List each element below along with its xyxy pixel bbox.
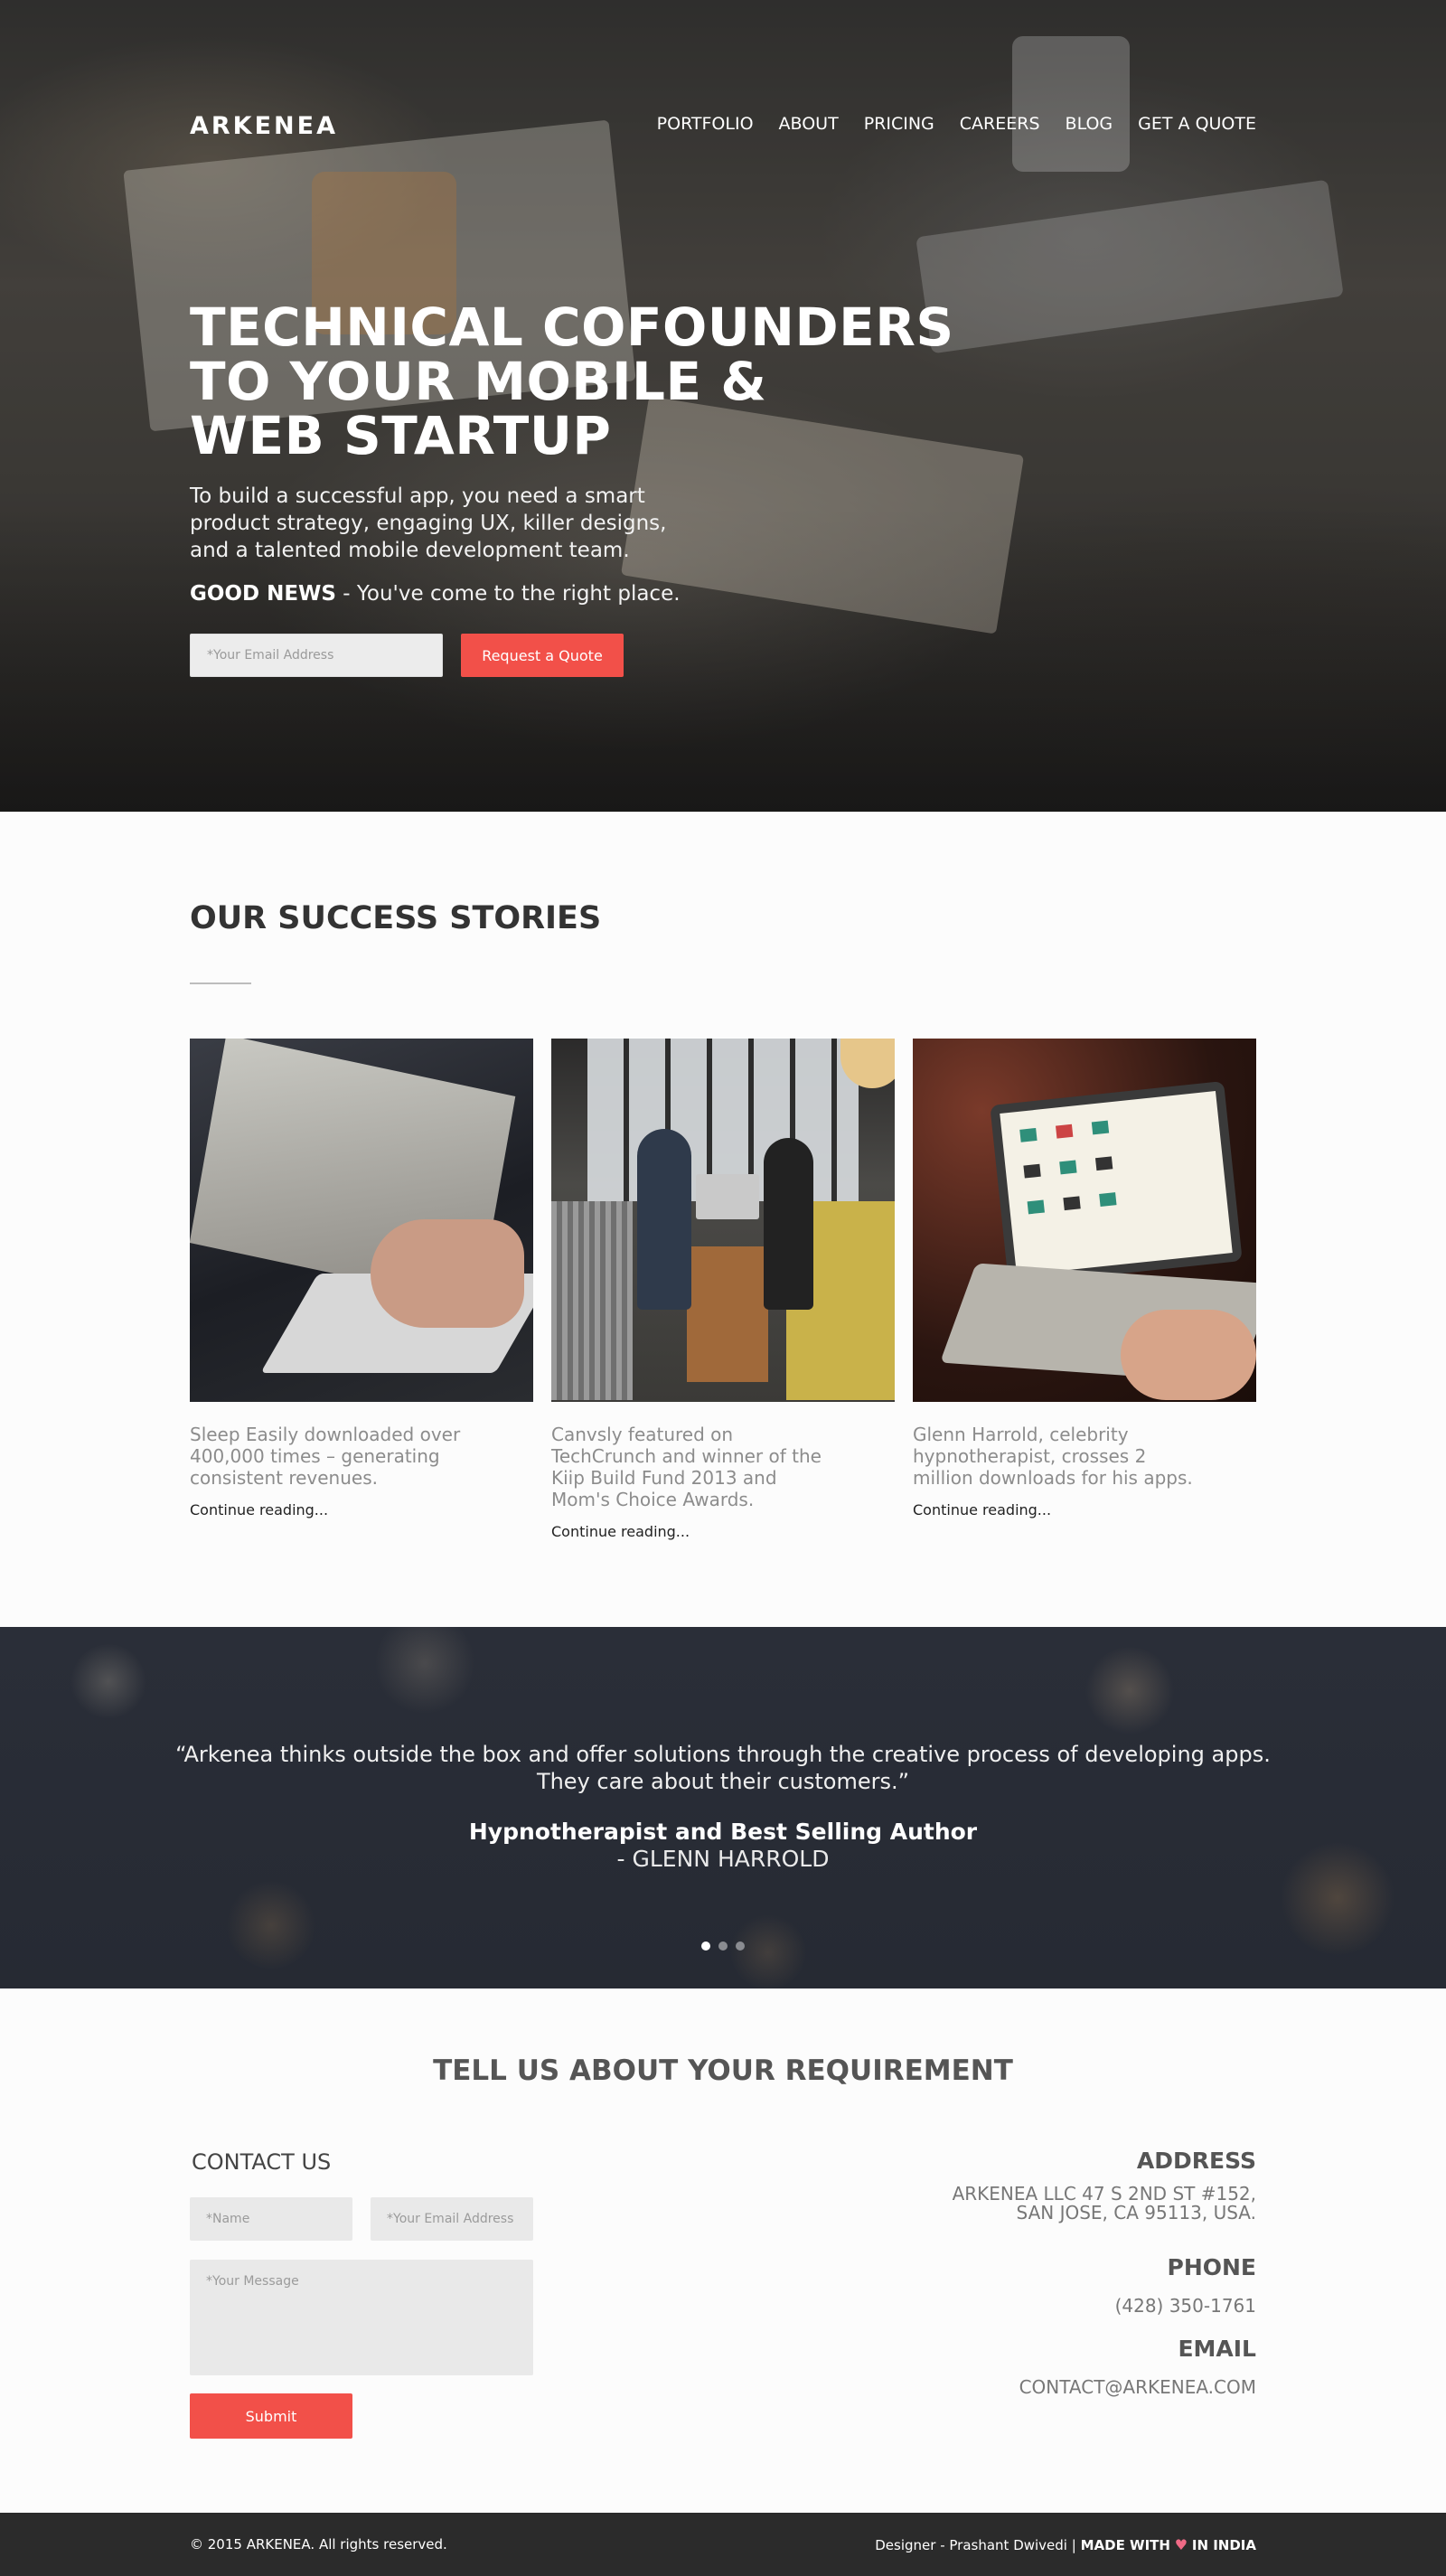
footer: © 2015 ARKENEA. All rights reserved. Des…	[0, 2513, 1446, 2576]
story-description: Glenn Harrold, celebrity hypnotherapist,…	[913, 1424, 1193, 1489]
copyright: © 2015 ARKENEA. All rights reserved.	[190, 2536, 447, 2552]
email-field[interactable]	[371, 2197, 533, 2241]
heart-icon: ♥	[1174, 2536, 1188, 2553]
name-field[interactable]	[190, 2197, 352, 2241]
success-stories-title: OUR SUCCESS STORIES	[190, 900, 602, 936]
story-card: Canvsly featured on TechCrunch and winne…	[551, 1039, 895, 1540]
submit-button[interactable]: Submit	[190, 2393, 352, 2439]
carousel-dots	[0, 1941, 1446, 1951]
hero-subtitle: To build a successful app, you need a sm…	[190, 484, 667, 562]
testimonial-author-role: Hypnotherapist and Best Selling Author	[468, 1819, 978, 1845]
address-block: ADDRESS ARKENEA LLC 47 S 2ND ST #152, SA…	[953, 2148, 1256, 2223]
story-image-app-on-laptop[interactable]	[913, 1039, 1256, 1402]
nav-pricing[interactable]: PRICING	[864, 114, 934, 134]
testimonial-author-name: - GLENN HARROLD	[616, 1846, 830, 1872]
story-description: Canvsly featured on TechCrunch and winne…	[551, 1424, 822, 1510]
address-line-2: SAN JOSE, CA 95113, USA.	[1016, 2202, 1257, 2223]
story-image-laptop-typing[interactable]	[190, 1039, 533, 1402]
nav-portfolio[interactable]: PORTFOLIO	[657, 114, 754, 134]
email-block: EMAIL CONTACT@ARKENEA.COM	[1019, 2336, 1256, 2397]
continue-reading-link[interactable]: Continue reading...	[551, 1523, 895, 1540]
hero-good-news: GOOD NEWS - You've come to the right pla…	[190, 582, 681, 606]
designer-credit: Designer - Prashant Dwivedi | MADE WITH …	[875, 2536, 1256, 2553]
story-card: Glenn Harrold, celebrity hypnotherapist,…	[913, 1039, 1256, 1518]
story-description: Sleep Easily downloaded over 400,000 tim…	[190, 1424, 461, 1489]
title-divider	[190, 982, 251, 984]
story-card: Sleep Easily downloaded over 400,000 tim…	[190, 1039, 533, 1518]
carousel-dot-1[interactable]	[701, 1941, 710, 1951]
hero-email-input[interactable]	[190, 634, 443, 677]
email-address[interactable]: CONTACT@ARKENEA.COM	[1019, 2378, 1256, 2397]
testimonial-quote: “Arkenea thinks outside the box and offe…	[175, 1742, 1271, 1794]
continue-reading-link[interactable]: Continue reading...	[913, 1501, 1256, 1518]
logo[interactable]: ARKENEA	[190, 112, 338, 140]
nav-careers[interactable]: CAREERS	[960, 114, 1040, 134]
message-field[interactable]	[190, 2260, 533, 2375]
requirement-title: TELL US ABOUT YOUR REQUIREMENT	[433, 2054, 1013, 2087]
continue-reading-link[interactable]: Continue reading...	[190, 1501, 533, 1518]
request-quote-button[interactable]: Request a Quote	[461, 634, 624, 677]
testimonial-section: “Arkenea thinks outside the box and offe…	[0, 1627, 1446, 1988]
story-image-meeting[interactable]	[551, 1039, 895, 1402]
nav-get-a-quote[interactable]: GET A QUOTE	[1138, 114, 1256, 134]
hero-section: ARKENEA PORTFOLIO ABOUT PRICING CAREERS …	[0, 0, 1446, 812]
hero-title: TECHNICAL COFOUNDERS TO YOUR MOBILE & WE…	[190, 296, 954, 466]
phone-block: PHONE (428) 350-1761	[1115, 2254, 1256, 2316]
phone-number[interactable]: (428) 350-1761	[1115, 2297, 1256, 2316]
main-nav: PORTFOLIO ABOUT PRICING CAREERS BLOG GET…	[632, 114, 1256, 134]
address-title: ADDRESS	[1136, 2148, 1256, 2174]
contact-us-label: CONTACT US	[192, 2149, 332, 2175]
phone-title: PHONE	[1167, 2254, 1257, 2280]
address-line-1: ARKENEA LLC 47 S 2ND ST #152,	[952, 2183, 1256, 2205]
email-title: EMAIL	[1178, 2336, 1256, 2362]
nav-about[interactable]: ABOUT	[779, 114, 839, 134]
carousel-dot-2[interactable]	[718, 1941, 728, 1951]
nav-blog[interactable]: BLOG	[1066, 114, 1113, 134]
carousel-dot-3[interactable]	[736, 1941, 745, 1951]
